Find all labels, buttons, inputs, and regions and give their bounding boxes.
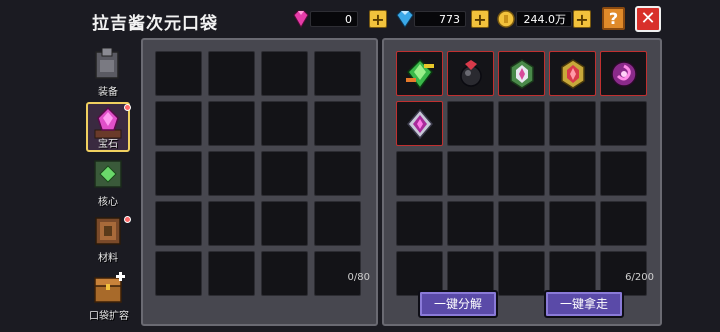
core-icon (94, 160, 122, 188)
currency-gold-coin: 244.0万 + (496, 9, 596, 31)
inventory-slot[interactable] (498, 51, 545, 96)
sidebar-item-materials[interactable]: 材料 (86, 214, 131, 264)
red-crystal-gem-icon (561, 59, 585, 89)
inventory-slot[interactable] (600, 201, 647, 246)
material-icon (95, 217, 121, 245)
inventory-slot[interactable] (600, 101, 647, 146)
close-button[interactable]: ✕ (635, 6, 661, 32)
pink-gem-value: 0 (310, 11, 358, 27)
inventory-slot[interactable] (208, 251, 255, 296)
sidebar-item-equipment[interactable]: 装备 (86, 48, 130, 98)
inventory-slot[interactable] (314, 51, 361, 96)
add-pink-gem-button[interactable]: + (369, 10, 387, 28)
gem-inventory-panel: 6/200 (382, 38, 662, 326)
inventory-slot[interactable] (314, 101, 361, 146)
inventory-slot[interactable] (396, 151, 443, 196)
add-gold-coin-button[interactable]: + (573, 10, 591, 28)
inventory-slot[interactable] (498, 101, 545, 146)
pocket-storage-panel: 0/80 (141, 38, 378, 326)
sidebar-item-core[interactable]: 核心 (86, 158, 130, 208)
inventory-slot[interactable] (261, 251, 308, 296)
inventory-slot[interactable] (155, 251, 202, 296)
inventory-slot[interactable] (314, 201, 361, 246)
purple-swirl-gem-icon (611, 61, 637, 87)
gold-coin-value: 244.0万 (516, 11, 572, 27)
inventory-slot[interactable] (208, 151, 255, 196)
inventory-slot[interactable] (447, 101, 494, 146)
inventory-slot[interactable] (261, 51, 308, 96)
inventory-slot[interactable] (208, 101, 255, 146)
inventory-slot[interactable] (498, 151, 545, 196)
inventory-slot[interactable] (549, 151, 596, 196)
sidebar-item-label: 材料 (98, 253, 118, 264)
sidebar-item-label: 宝石 (98, 139, 118, 150)
inventory-slot[interactable] (396, 51, 443, 96)
armor-icon (95, 48, 119, 79)
sidebar-item-expand-pocket[interactable]: 口袋扩容 (84, 272, 134, 322)
decompose-all-button[interactable]: 一键分解 (418, 290, 498, 318)
take-all-button[interactable]: 一键拿走 (544, 290, 624, 318)
inventory-slot[interactable] (498, 201, 545, 246)
inventory-slot[interactable] (155, 51, 202, 96)
page-title: 拉吉酱次元口袋 (92, 14, 218, 34)
pink-gem-icon (293, 10, 309, 28)
help-button[interactable]: ? (602, 7, 625, 30)
inventory-slot[interactable] (261, 101, 308, 146)
inventory-slot[interactable] (261, 201, 308, 246)
pocket-capacity-count: 0/80 (347, 272, 370, 283)
inventory-slot[interactable] (549, 201, 596, 246)
sidebar-item-label: 装备 (98, 87, 118, 98)
inventory-slot[interactable] (600, 51, 647, 96)
inventory-slot[interactable] (600, 151, 647, 196)
notification-dot (124, 216, 131, 223)
chest-expand-icon (94, 272, 125, 303)
inventory-slot[interactable] (498, 251, 545, 296)
inventory-slot[interactable] (549, 101, 596, 146)
inventory-slot[interactable] (208, 201, 255, 246)
inventory-slot[interactable] (155, 201, 202, 246)
currency-pink-gem: 0 + (290, 9, 390, 31)
sidebar-item-gems[interactable]: 宝石 (86, 102, 131, 152)
inventory-capacity-count: 6/200 (625, 272, 654, 283)
inventory-slot[interactable] (447, 201, 494, 246)
gold-coin-icon (497, 10, 515, 28)
notification-dot (124, 104, 131, 111)
blue-diamond-icon (396, 10, 414, 28)
sidebar-item-label: 口袋扩容 (89, 311, 129, 322)
purple-diamond-gem-icon (407, 108, 433, 140)
inventory-slot[interactable] (314, 151, 361, 196)
green-gem-icon (406, 58, 434, 90)
add-blue-diamond-button[interactable]: + (471, 10, 489, 28)
inventory-slot[interactable] (155, 101, 202, 146)
inventory-slot[interactable] (261, 151, 308, 196)
inventory-slot[interactable] (549, 51, 596, 96)
inventory-slot[interactable] (447, 151, 494, 196)
dark-bomb-gem-icon (460, 60, 482, 87)
inventory-slot[interactable] (447, 51, 494, 96)
inventory-slot[interactable] (155, 151, 202, 196)
white-crystal-gem-icon (510, 59, 534, 89)
inventory-slot[interactable] (396, 101, 443, 146)
inventory-slot[interactable] (208, 51, 255, 96)
inventory-slot[interactable] (396, 201, 443, 246)
currency-blue-diamond: 773 + (394, 9, 494, 31)
sidebar-item-label: 核心 (98, 197, 118, 208)
blue-diamond-value: 773 (414, 11, 466, 27)
